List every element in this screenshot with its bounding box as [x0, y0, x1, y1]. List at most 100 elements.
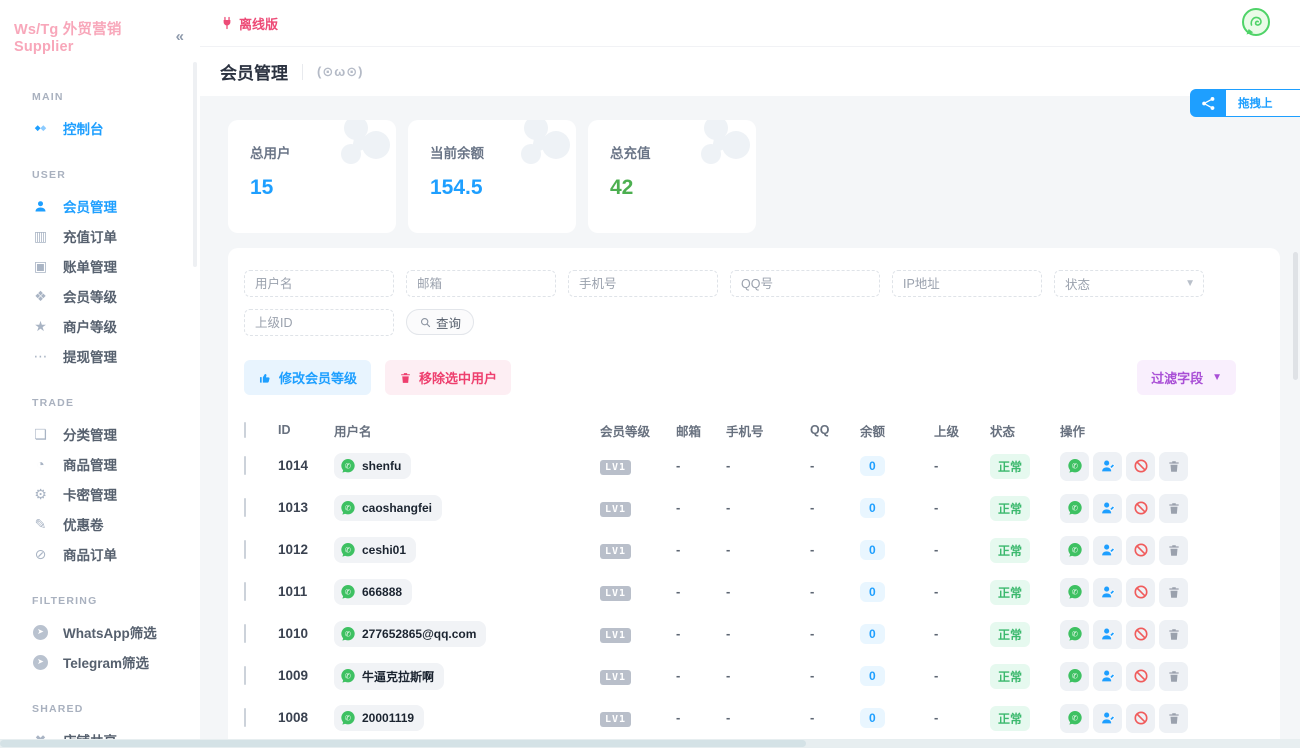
- whatsapp-chat-button[interactable]: ✆: [1060, 704, 1089, 733]
- edit-user-button[interactable]: [1093, 620, 1122, 649]
- table-row: 1009✆牛逼克拉斯啊LV1---0-正常✆: [244, 655, 1264, 697]
- row-checkbox[interactable]: [244, 582, 246, 601]
- sidebar-item-recharge-orders[interactable]: ▥充值订单: [0, 221, 200, 251]
- row-checkbox[interactable]: [244, 540, 246, 559]
- whatsapp-chat-button[interactable]: ✆: [1060, 452, 1089, 481]
- row-checkbox[interactable]: [244, 498, 246, 517]
- qq-filter-input[interactable]: [730, 270, 880, 297]
- whatsapp-icon: ✆: [340, 668, 356, 684]
- edit-user-button[interactable]: [1093, 662, 1122, 691]
- column-header: 邮箱: [676, 421, 726, 440]
- svg-text:✆: ✆: [345, 671, 351, 680]
- row-checkbox[interactable]: [244, 708, 246, 727]
- sidebar-item-bill-manage[interactable]: ▣账单管理: [0, 251, 200, 281]
- sidebar-item-coupon[interactable]: ✎优惠卷: [0, 509, 200, 539]
- sidebar-item-telegram-filter[interactable]: ➤Telegram筛选: [0, 647, 200, 677]
- whatsapp-chat-button[interactable]: ✆: [1060, 536, 1089, 565]
- horizontal-scrollbar-track[interactable]: [0, 739, 1300, 748]
- column-header: 会员等级: [600, 421, 676, 440]
- delete-user-button[interactable]: [1159, 578, 1188, 607]
- delete-user-button[interactable]: [1159, 704, 1188, 733]
- table-row: 1014✆shenfuLV1---0-正常✆: [244, 445, 1264, 487]
- sidebar-item-label: 会员管理: [63, 196, 117, 216]
- phone-value: -: [726, 500, 730, 515]
- coupon-icon: ✎: [32, 516, 49, 533]
- sidebar-item-product-orders[interactable]: ⊘商品订单: [0, 539, 200, 569]
- sidebar-item-whatsapp-filter[interactable]: ➤WhatsApp筛选: [0, 617, 200, 647]
- bulk-actions-row: 修改会员等级 移除选中用户 过滤字段 ▼: [244, 360, 1264, 395]
- horizontal-scrollbar-thumb[interactable]: [0, 740, 806, 747]
- stats-row: 总用户15当前余额154.5总充值42: [228, 120, 1300, 233]
- cardkey-icon: ⚙: [32, 486, 49, 503]
- delete-user-button[interactable]: [1159, 662, 1188, 691]
- row-actions: ✆: [1060, 578, 1264, 607]
- username-badge: ✆20001119: [334, 705, 424, 731]
- sidebar-item-label: 账单管理: [63, 256, 117, 276]
- table-row: 1010✆277652865@qq.comLV1---0-正常✆: [244, 613, 1264, 655]
- share-nodes-button[interactable]: [1190, 89, 1226, 117]
- whatsapp-chat-button[interactable]: ✆: [1060, 494, 1089, 523]
- parent-value: -: [934, 626, 938, 641]
- ban-user-button[interactable]: [1126, 578, 1155, 607]
- edit-user-button[interactable]: [1093, 536, 1122, 565]
- filter-fields-button[interactable]: 过滤字段 ▼: [1137, 360, 1236, 395]
- delete-user-button[interactable]: [1159, 452, 1188, 481]
- sidebar-item-withdraw-manage[interactable]: ⋯提现管理: [0, 341, 200, 371]
- ban-user-button[interactable]: [1126, 452, 1155, 481]
- sidebar-item-dashboard[interactable]: 控制台: [0, 113, 200, 143]
- phone-value: -: [726, 626, 730, 641]
- ban-icon: [1133, 626, 1149, 642]
- edit-user-button[interactable]: [1093, 704, 1122, 733]
- edit-user-icon: [1100, 542, 1116, 558]
- ban-user-button[interactable]: [1126, 536, 1155, 565]
- row-checkbox[interactable]: [244, 456, 246, 475]
- sidebar-item-cardkey-manage[interactable]: ⚙卡密管理: [0, 479, 200, 509]
- select-all-checkbox[interactable]: [244, 422, 246, 438]
- avatar[interactable]: [1240, 7, 1272, 39]
- ip-filter-input[interactable]: [892, 270, 1042, 297]
- username-filter-input[interactable]: [244, 270, 394, 297]
- phone-filter-input[interactable]: [568, 270, 718, 297]
- delete-user-button[interactable]: [1159, 494, 1188, 523]
- drag-upload-button[interactable]: 拖拽上: [1226, 89, 1300, 117]
- trash-icon: [1167, 669, 1181, 684]
- change-member-level-button[interactable]: 修改会员等级: [244, 360, 371, 395]
- edit-user-button[interactable]: [1093, 578, 1122, 607]
- balance-badge: 0: [860, 708, 885, 728]
- remove-selected-users-button[interactable]: 移除选中用户: [385, 360, 511, 395]
- edit-user-button[interactable]: [1093, 494, 1122, 523]
- search-button[interactable]: 查询: [406, 309, 474, 335]
- parent-id-filter-input[interactable]: [244, 309, 394, 336]
- edit-user-icon: [1100, 500, 1116, 516]
- sidebar-scrollbar-thumb[interactable]: [193, 62, 197, 267]
- ban-user-button[interactable]: [1126, 620, 1155, 649]
- sidebar-item-member-manage[interactable]: 会员管理: [0, 191, 200, 221]
- email-filter-input[interactable]: [406, 270, 556, 297]
- ban-user-button[interactable]: [1126, 704, 1155, 733]
- delete-user-button[interactable]: [1159, 620, 1188, 649]
- ban-user-button[interactable]: [1126, 662, 1155, 691]
- whatsapp-chat-button[interactable]: ✆: [1060, 578, 1089, 607]
- sidebar-item-member-level[interactable]: ❖会员等级: [0, 281, 200, 311]
- whatsapp-chat-button[interactable]: ✆: [1060, 620, 1089, 649]
- svg-text:✆: ✆: [345, 587, 351, 596]
- edit-user-button[interactable]: [1093, 452, 1122, 481]
- sidebar-item-product-manage[interactable]: ◔商品管理: [0, 449, 200, 479]
- ban-user-button[interactable]: [1126, 494, 1155, 523]
- delete-user-button[interactable]: [1159, 536, 1188, 565]
- sidebar-item-merchant-level[interactable]: ★商户等级: [0, 311, 200, 341]
- sidebar-collapse-icon[interactable]: «: [176, 28, 184, 45]
- svg-text:✆: ✆: [1071, 713, 1077, 722]
- parent-value: -: [934, 584, 938, 599]
- title-divider: [302, 64, 303, 80]
- username: 277652865@qq.com: [362, 627, 476, 641]
- sidebar-item-category-manage[interactable]: ❏分类管理: [0, 419, 200, 449]
- row-actions: ✆: [1060, 704, 1264, 733]
- svg-text:✆: ✆: [1071, 587, 1077, 596]
- vertical-scrollbar-thumb[interactable]: [1293, 252, 1298, 380]
- whatsapp-chat-button[interactable]: ✆: [1060, 662, 1089, 691]
- whatsapp-icon: ✆: [1067, 626, 1083, 642]
- status-filter-select[interactable]: 状态 ▼: [1054, 270, 1204, 297]
- row-checkbox[interactable]: [244, 666, 246, 685]
- row-checkbox[interactable]: [244, 624, 246, 643]
